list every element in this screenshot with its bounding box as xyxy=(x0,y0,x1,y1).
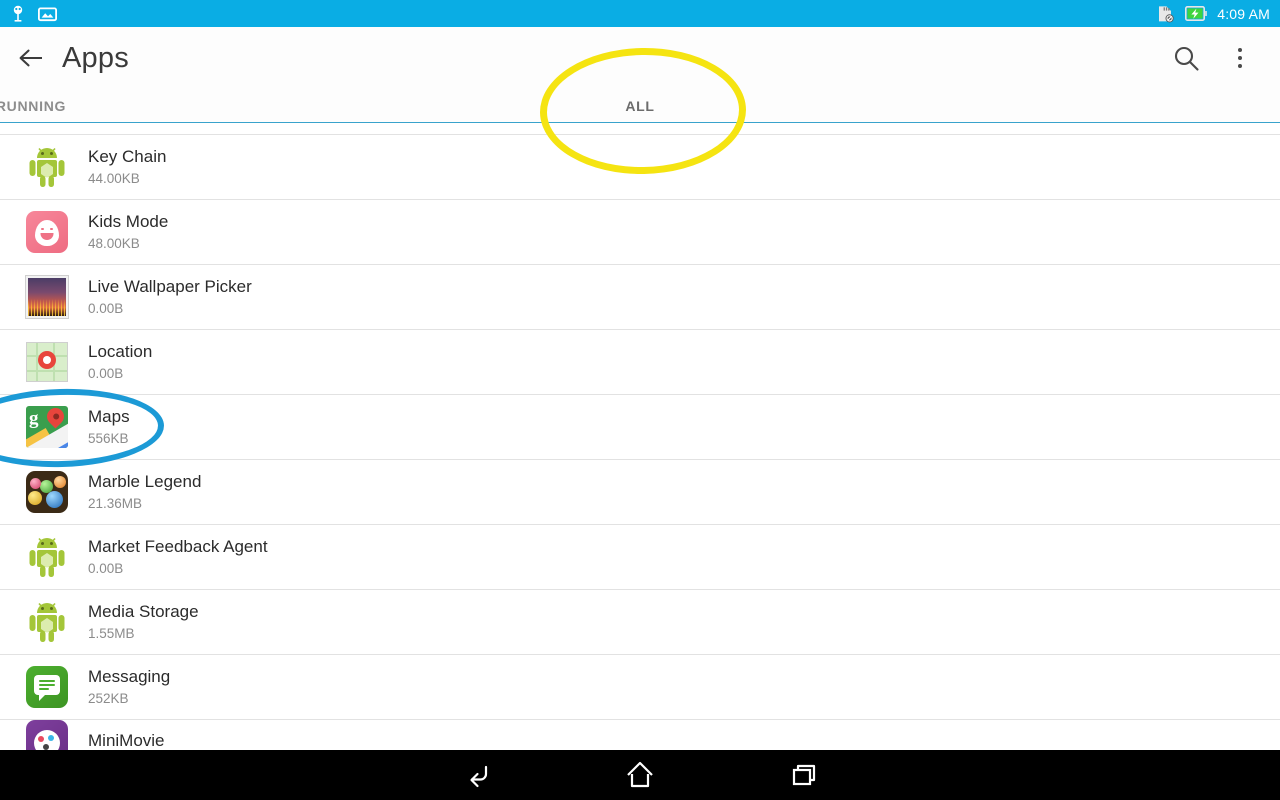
list-item[interactable]: Live Wallpaper Picker 0.00B xyxy=(0,265,1280,330)
list-item-partial-top[interactable] xyxy=(0,123,1280,135)
list-item[interactable]: Marble Legend 21.36MB xyxy=(0,460,1280,525)
back-button[interactable] xyxy=(8,35,54,81)
live-wallpaper-icon xyxy=(24,274,70,320)
app-list[interactable]: Key Chain 44.00KB Kids Mode 48.00KB Live… xyxy=(0,123,1280,750)
list-item[interactable]: MiniMovie xyxy=(0,720,1280,750)
android-robot-icon xyxy=(24,144,70,190)
app-size: 21.36MB xyxy=(88,496,143,511)
app-name: Key Chain xyxy=(88,147,167,166)
list-item-text: Marble Legend 21.36MB xyxy=(88,471,201,513)
tab-bar-divider xyxy=(0,122,1280,123)
app-name: Kids Mode xyxy=(88,212,169,231)
usb-debug-icon xyxy=(13,5,23,22)
status-bar-right-icons: 4:09 AM xyxy=(1156,5,1270,23)
sd-card-disabled-icon xyxy=(1159,5,1174,22)
recents-icon xyxy=(792,764,816,786)
app-size: 0.00B xyxy=(88,366,124,381)
list-item-text: Kids Mode 48.00KB xyxy=(88,211,168,253)
battery-charging-icon xyxy=(1185,6,1208,21)
list-item[interactable]: Media Storage 1.55MB xyxy=(0,590,1280,655)
back-arrow-icon xyxy=(19,49,42,67)
status-bar: 4:09 AM xyxy=(0,0,1280,27)
list-item-text: Market Feedback Agent 0.00B xyxy=(88,536,268,578)
status-bar-clock: 4:09 AM xyxy=(1217,5,1270,22)
android-robot-icon xyxy=(24,534,70,580)
app-size: 44.00KB xyxy=(88,171,140,186)
android-robot-icon xyxy=(24,599,70,645)
app-size: 0.00B xyxy=(88,301,124,316)
app-size: 0.00B xyxy=(88,561,124,576)
tab-all[interactable]: ALL xyxy=(550,89,730,123)
google-maps-icon: g xyxy=(24,404,70,450)
app-name: Market Feedback Agent xyxy=(88,537,268,556)
list-item-text: Media Storage 1.55MB xyxy=(88,601,199,643)
app-name: Location xyxy=(88,342,153,361)
list-item[interactable]: Kids Mode 48.00KB xyxy=(0,200,1280,265)
marble-legend-icon xyxy=(24,469,70,515)
home-icon xyxy=(627,761,653,788)
app-name: Messaging xyxy=(88,667,171,686)
android-settings-apps-screen: 4:09 AM Apps RUNNING ALL Key Chain 44.00… xyxy=(0,0,1280,800)
overflow-menu-button[interactable] xyxy=(1216,34,1264,82)
navigation-bar xyxy=(0,750,1280,800)
list-item[interactable]: Location 0.00B xyxy=(0,330,1280,395)
nav-home-button[interactable] xyxy=(559,750,721,800)
app-name: Maps xyxy=(88,407,130,426)
location-map-icon xyxy=(24,339,70,385)
app-size: 48.00KB xyxy=(88,236,140,251)
list-item-text: Location 0.00B xyxy=(88,341,152,383)
app-size: 1.55MB xyxy=(88,626,135,641)
app-name: Live Wallpaper Picker xyxy=(88,277,252,296)
action-bar-actions xyxy=(1162,34,1280,82)
search-icon xyxy=(1174,46,1199,71)
list-item-text: Key Chain 44.00KB xyxy=(88,146,166,188)
app-name: MiniMovie xyxy=(88,731,165,750)
list-item-text: Messaging 252KB xyxy=(88,666,170,708)
list-item-text: Maps 556KB xyxy=(88,406,130,448)
app-name: Media Storage xyxy=(88,602,199,621)
tab-bar: RUNNING ALL xyxy=(0,89,1280,123)
messaging-icon xyxy=(24,664,70,710)
list-item[interactable]: g Maps 556KB xyxy=(0,395,1280,460)
kids-mode-icon xyxy=(24,209,70,255)
list-item[interactable]: Messaging 252KB xyxy=(0,655,1280,720)
list-item-text: Live Wallpaper Picker 0.00B xyxy=(88,276,252,318)
list-item[interactable]: Market Feedback Agent 0.00B xyxy=(0,525,1280,590)
overflow-menu-icon xyxy=(1238,48,1242,68)
status-bar-left-icons xyxy=(10,5,57,22)
action-bar: Apps xyxy=(0,27,1280,89)
app-name: Marble Legend xyxy=(88,472,202,491)
nav-back-button[interactable] xyxy=(397,750,559,800)
nav-recents-button[interactable] xyxy=(721,750,883,800)
list-item[interactable]: Key Chain 44.00KB xyxy=(0,135,1280,200)
screenshot-icon xyxy=(38,7,57,21)
list-item-text: MiniMovie xyxy=(88,730,165,750)
minimovie-icon xyxy=(24,718,70,750)
app-size: 252KB xyxy=(88,691,129,706)
tab-running[interactable]: RUNNING xyxy=(0,89,124,123)
search-button[interactable] xyxy=(1162,34,1210,82)
back-arrow-icon xyxy=(470,765,488,788)
page-title: Apps xyxy=(62,41,129,74)
app-size: 556KB xyxy=(88,431,129,446)
